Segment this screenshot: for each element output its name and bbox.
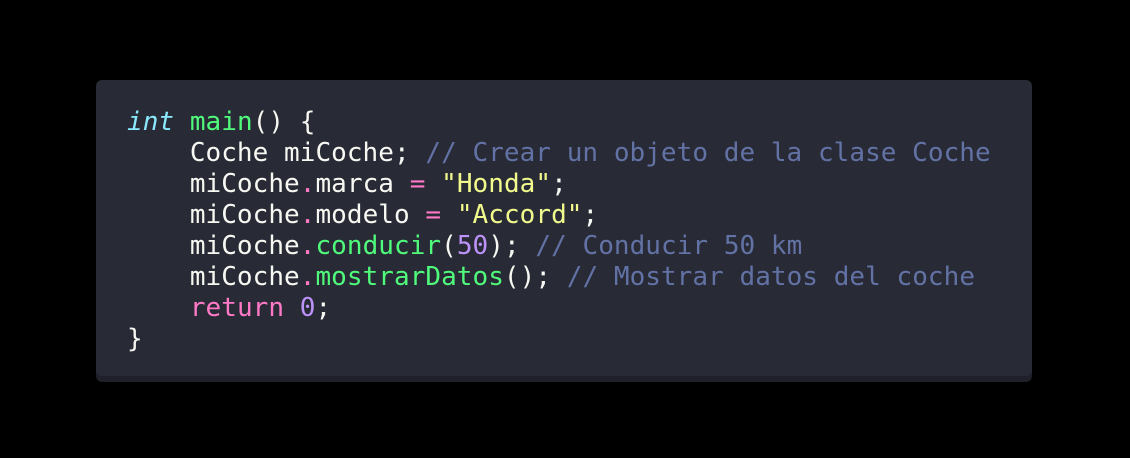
operator-token: . (299, 200, 316, 230)
code-text-token: ; (582, 200, 599, 230)
code-text-token: ( (441, 231, 457, 261)
comment-token: // Conducir 50 km (535, 231, 803, 261)
code-text-token: Coche miCoche; (127, 138, 426, 168)
code-line: int main() { (127, 107, 1032, 138)
type-keyword-token: int (127, 107, 175, 137)
code-text-token: ; (315, 293, 332, 323)
operator-token: return (189, 293, 285, 323)
code-text-token: miCoche (127, 231, 300, 261)
string-literal-token: "Honda" (441, 169, 552, 199)
code-block: int main() { Coche miCoche; // Crear un … (127, 107, 1032, 355)
code-line: miCoche.marca = "Honda"; (127, 169, 1032, 200)
code-text-token: } (127, 324, 143, 354)
operator-token: = (409, 169, 426, 199)
function-name-token: main (189, 107, 253, 137)
code-text-token: (); (503, 262, 567, 292)
code-text-token: modelo (315, 200, 426, 230)
operator-token: = (425, 200, 442, 230)
comment-token: // Mostrar datos del coche (566, 262, 976, 292)
operator-token: . (299, 169, 316, 199)
code-text-token: miCoche (127, 169, 300, 199)
code-text-token: miCoche (127, 262, 300, 292)
code-text-token: () { (252, 107, 316, 137)
code-line: miCoche.mostrarDatos(); // Mostrar datos… (127, 262, 1032, 293)
code-line: } (127, 324, 1032, 355)
code-line: Coche miCoche; // Crear un objeto de la … (127, 138, 1032, 169)
operator-token: . (299, 262, 316, 292)
code-text-token: marca (315, 169, 410, 199)
code-text-token: ; (551, 169, 567, 199)
string-literal-token: "Accord" (456, 200, 583, 230)
function-name-token: conducir (315, 231, 442, 261)
number-literal-token: 50 (456, 231, 489, 261)
code-text-token: miCoche (127, 200, 300, 230)
code-line: miCoche.conducir(50); // Conducir 50 km (127, 231, 1032, 262)
operator-token: . (299, 231, 316, 261)
comment-token: // Crear un objeto de la clase Coche (425, 138, 991, 168)
function-name-token: mostrarDatos (315, 262, 504, 292)
number-literal-token: 0 (299, 293, 316, 323)
code-line: return 0; (127, 293, 1032, 324)
code-text-token: ); (488, 231, 536, 261)
code-line: miCoche.modelo = "Accord"; (127, 200, 1032, 231)
code-snippet-window: int main() { Coche miCoche; // Crear un … (96, 80, 1032, 376)
